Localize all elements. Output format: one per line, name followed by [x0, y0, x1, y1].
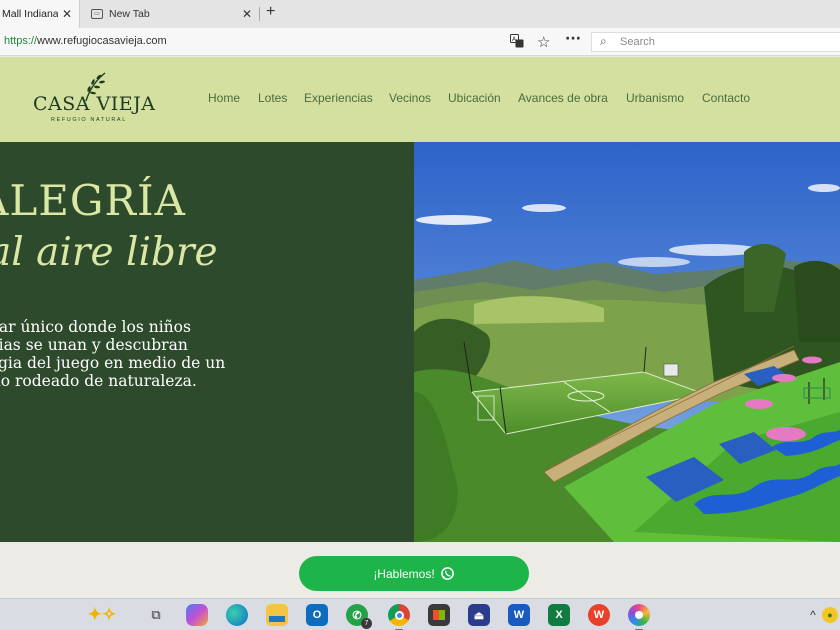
- nav-link-contacto[interactable]: Contacto: [702, 91, 750, 105]
- close-tab-icon[interactable]: ✕: [62, 7, 72, 21]
- hablemos-whatsapp-button[interactable]: ¡Hablemos!: [299, 556, 529, 591]
- favorite-star-icon[interactable]: ☆: [537, 33, 550, 51]
- whatsapp-icon: [440, 567, 454, 580]
- whatsapp-taskbar-icon[interactable]: ✆ 7: [346, 604, 372, 629]
- search-placeholder: Search: [620, 36, 655, 48]
- casa-vieja-logo[interactable]: CASA VIEJA REFUGIO NATURAL: [33, 71, 156, 127]
- browser-tab-new[interactable]: ▭ New Tab ✕: [82, 0, 260, 28]
- tab-divider: [259, 7, 260, 21]
- nav-link-experiencias[interactable]: Experiencias: [304, 91, 373, 105]
- hero-description-line: lugar único donde los niños: [0, 318, 191, 336]
- nav-link-urbanismo[interactable]: Urbanismo: [626, 91, 684, 105]
- nav-link-ubicacion[interactable]: Ubicación: [448, 91, 501, 105]
- tab-label: Mall Indiana: [2, 8, 58, 20]
- hero-title: ALEGRÍA: [0, 176, 186, 225]
- windows-taskbar: ✦✧ ⧉ O ✆ 7 ⏏ W X W ^ ●: [0, 598, 840, 630]
- url-scheme: https://: [4, 35, 38, 47]
- new-tab-plus-icon[interactable]: +: [266, 3, 275, 21]
- browser-tab-strip: Mall Indiana ✕ ▭ New Tab ✕ +: [0, 0, 840, 28]
- nav-link-lotes[interactable]: Lotes: [258, 91, 287, 105]
- url-field[interactable]: https://www.refugiocasavieja.com: [4, 35, 167, 47]
- tab-label: New Tab: [109, 8, 150, 20]
- new-tab-favicon-icon: ▭: [91, 9, 103, 19]
- file-explorer-icon[interactable]: [266, 604, 288, 626]
- hero-description-line: magia del juego en medio de un: [0, 354, 226, 372]
- site-header: CASA VIEJA REFUGIO NATURAL Home Lotes Ex…: [0, 57, 840, 142]
- cta-label: ¡Hablemos!: [373, 566, 435, 581]
- hero-text-panel: ALEGRÍA al aire libre lugar único donde …: [0, 142, 414, 542]
- translate-icon[interactable]: A: [510, 34, 524, 52]
- excel-icon[interactable]: X: [548, 604, 570, 626]
- hero-playground-photo: [414, 142, 840, 542]
- outlook-icon[interactable]: O: [306, 604, 328, 626]
- wps-office-icon[interactable]: W: [588, 604, 610, 626]
- browser-search-box[interactable]: ⌕ Search: [591, 32, 840, 52]
- browser-tab-active[interactable]: Mall Indiana ✕: [0, 0, 80, 28]
- nav-link-home[interactable]: Home: [208, 91, 240, 105]
- search-icon: ⌕: [600, 34, 607, 48]
- tray-status-icon[interactable]: ●: [822, 607, 838, 623]
- url-host: www.refugiocasavieja.com: [37, 35, 167, 47]
- hero-description-line: milias se unan y descubran: [0, 336, 188, 354]
- hero-description: lugar único donde los niños milias se un…: [0, 318, 244, 390]
- edge-browser-icon[interactable]: [226, 604, 248, 626]
- hero-description-line: orno rodeado de naturaleza.: [0, 372, 197, 390]
- hero-subtitle: al aire libre: [0, 230, 218, 275]
- logo-tagline: REFUGIO NATURAL: [51, 117, 127, 123]
- address-bar: https://www.refugiocasavieja.com A ☆ ···…: [0, 28, 840, 56]
- chrome-icon[interactable]: [388, 604, 410, 630]
- task-view-icon[interactable]: ⧉: [145, 604, 167, 626]
- copilot-sparkle-icon[interactable]: ✦✧: [80, 604, 124, 626]
- chevron-up-icon[interactable]: ^: [802, 604, 824, 626]
- photos-icon[interactable]: [628, 604, 650, 630]
- word-icon[interactable]: W: [508, 604, 530, 626]
- nav-link-vecinos[interactable]: Vecinos: [389, 91, 431, 105]
- logo-wordmark: CASA VIEJA: [33, 93, 156, 115]
- close-tab-icon[interactable]: ✕: [242, 7, 252, 21]
- nav-link-avances-de-obra[interactable]: Avances de obra: [518, 91, 608, 105]
- copilot-app-icon[interactable]: [186, 604, 208, 626]
- more-menu-icon[interactable]: ···: [565, 31, 581, 47]
- store-icon[interactable]: [428, 604, 450, 626]
- whatsapp-unread-badge: 7: [361, 618, 372, 629]
- azure-data-icon[interactable]: ⏏: [468, 604, 490, 626]
